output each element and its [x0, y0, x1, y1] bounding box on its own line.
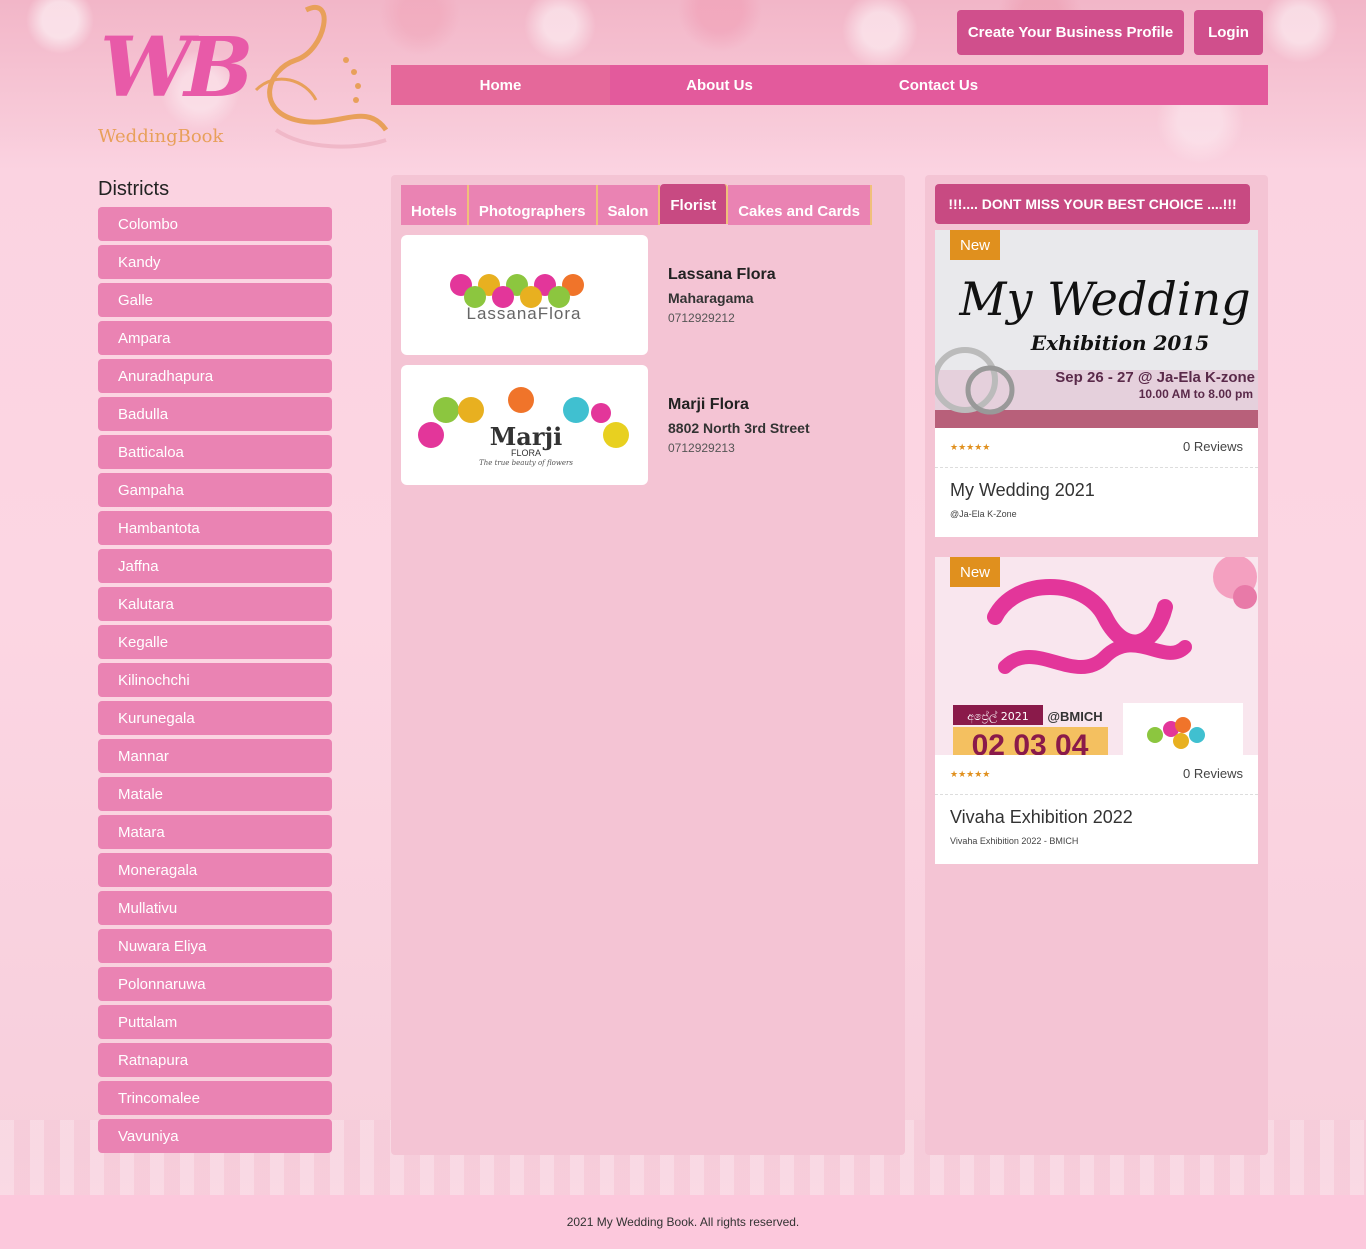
create-business-profile-button[interactable]: Create Your Business Profile [957, 10, 1184, 55]
vivaha-venue-text: @BMICH [1047, 709, 1102, 724]
district-item-hambantota[interactable]: Hambantota [98, 511, 332, 545]
login-button[interactable]: Login [1194, 10, 1263, 55]
promo-card-image[interactable]: New අප්‍රේල් 2021 @BMICH 02 03 04 [935, 557, 1258, 755]
marji-logo-text: Marji [490, 422, 563, 451]
poster-title-text: My Wedding [958, 272, 1250, 326]
district-item-matara[interactable]: Matara [98, 815, 332, 849]
district-item-badulla[interactable]: Badulla [98, 397, 332, 431]
vendor-name[interactable]: Marji Flora [668, 396, 749, 414]
new-badge: New [950, 557, 1000, 587]
promo-heading: !!!.... DONT MISS YOUR BEST CHOICE ....!… [935, 184, 1250, 224]
promo-card[interactable]: New අප්‍රේල් 2021 @BMICH 02 03 04 ★★★★★ … [935, 557, 1258, 864]
district-item-puttalam[interactable]: Puttalam [98, 1005, 332, 1039]
promo-card-meta: ★★★★★ 0 Reviews [935, 755, 1258, 795]
district-item-ampara[interactable]: Ampara [98, 321, 332, 355]
vendor-name[interactable]: Lassana Flora [668, 266, 776, 284]
category-tabs: Hotels Photographers Salon Florist Cakes… [401, 184, 872, 225]
vendor-card[interactable]: Marji FLORA The true beauty of flowers M… [401, 365, 895, 485]
marji-logo-sub: FLORA [511, 448, 541, 458]
district-item-polonnaruwa[interactable]: Polonnaruwa [98, 967, 332, 1001]
district-item-galle[interactable]: Galle [98, 283, 332, 317]
district-item-vavuniya[interactable]: Vavuniya [98, 1119, 332, 1153]
poster-date-text: Sep 26 - 27 @ Ja-Ela K-zone [1055, 369, 1255, 386]
promo-card-title[interactable]: My Wedding 2021 [935, 468, 1258, 501]
vendor-panel: Hotels Photographers Salon Florist Cakes… [391, 175, 905, 1155]
districts-heading: Districts [98, 178, 170, 200]
district-item-kegalle[interactable]: Kegalle [98, 625, 332, 659]
tab-hotels[interactable]: Hotels [401, 185, 469, 225]
district-item-kilinochchi[interactable]: Kilinochchi [98, 663, 332, 697]
marji-logo-tagline: The true beauty of flowers [479, 459, 573, 467]
district-item-ratnapura[interactable]: Ratnapura [98, 1043, 332, 1077]
promo-card[interactable]: New My Wedding Exhibition 2015 Sep 26 - … [935, 230, 1258, 537]
promo-card-subtitle: Vivaha Exhibition 2022 - BMICH [950, 836, 1079, 846]
reviews-count[interactable]: 0 Reviews [1183, 766, 1243, 781]
vendor-logo-image[interactable]: LassanaFlora [401, 235, 648, 355]
tab-cakes-and-cards[interactable]: Cakes and Cards [728, 185, 872, 225]
vendor-logo-image[interactable]: Marji FLORA The true beauty of flowers [401, 365, 648, 485]
districts-list: Colombo Kandy Galle Ampara Anuradhapura … [98, 207, 332, 1157]
vendor-phone: 0712929212 [668, 311, 735, 325]
promo-panel: !!!.... DONT MISS YOUR BEST CHOICE ....!… [925, 175, 1268, 1155]
site-logo[interactable]: WB WeddingBook [96, 0, 392, 156]
district-item-colombo[interactable]: Colombo [98, 207, 332, 241]
marji-flora-logo: Marji FLORA The true beauty of flowers [418, 387, 629, 467]
tab-salon[interactable]: Salon [597, 185, 661, 225]
district-item-gampaha[interactable]: Gampaha [98, 473, 332, 507]
tab-florist[interactable]: Florist [660, 184, 729, 224]
district-item-mullativu[interactable]: Mullativu [98, 891, 332, 925]
vendor-address: 8802 North 3rd Street [668, 420, 810, 436]
district-item-kurunegala[interactable]: Kurunegala [98, 701, 332, 735]
vivaha-dates-text: 02 03 04 [972, 729, 1089, 755]
district-item-matale[interactable]: Matale [98, 777, 332, 811]
vendor-address: Maharagama [668, 290, 754, 306]
vivaha-month-text: අප්‍රේල් 2021 [967, 709, 1029, 724]
district-item-kalutara[interactable]: Kalutara [98, 587, 332, 621]
logo-subtitle: WeddingBook [98, 126, 224, 147]
district-item-moneragala[interactable]: Moneragala [98, 853, 332, 887]
promo-card-meta: ★★★★★ 0 Reviews [935, 428, 1258, 468]
footer: 2021 My Wedding Book. All rights reserve… [0, 1195, 1366, 1249]
poster-time-text: 10.00 AM to 8.00 pm [1139, 387, 1253, 401]
main-nav: Home About Us Contact Us [391, 65, 1268, 105]
district-item-kandy[interactable]: Kandy [98, 245, 332, 279]
district-item-trincomalee[interactable]: Trincomalee [98, 1081, 332, 1115]
lassana-logo-text: LassanaFlora [466, 304, 581, 323]
nav-home[interactable]: Home [391, 65, 610, 105]
promo-card-image[interactable]: New My Wedding Exhibition 2015 Sep 26 - … [935, 230, 1258, 428]
poster-subtitle-text: Exhibition 2015 [1030, 331, 1209, 355]
rating-stars: ★★★★★ [950, 769, 991, 779]
nav-about-us[interactable]: About Us [610, 65, 829, 105]
vendor-phone: 0712929213 [668, 441, 735, 455]
reviews-count[interactable]: 0 Reviews [1183, 439, 1243, 454]
footer-copyright: 2021 My Wedding Book. All rights reserve… [566, 1215, 800, 1229]
district-item-batticaloa[interactable]: Batticaloa [98, 435, 332, 469]
district-item-jaffna[interactable]: Jaffna [98, 549, 332, 583]
district-item-mannar[interactable]: Mannar [98, 739, 332, 773]
promo-card-title[interactable]: Vivaha Exhibition 2022 [935, 795, 1258, 828]
vendor-card[interactable]: LassanaFlora Lassana Flora Maharagama 07… [401, 235, 895, 355]
tab-photographers[interactable]: Photographers [468, 185, 598, 225]
nav-contact-us[interactable]: Contact Us [829, 65, 1048, 105]
new-badge: New [950, 230, 1000, 260]
lassana-flora-logo: LassanaFlora [450, 274, 584, 323]
promo-card-subtitle: @Ja-Ela K-Zone [950, 509, 1017, 519]
district-item-nuwara-eliya[interactable]: Nuwara Eliya [98, 929, 332, 963]
district-item-anuradhapura[interactable]: Anuradhapura [98, 359, 332, 393]
rating-stars: ★★★★★ [950, 442, 991, 452]
logo-swirl-icon [254, 5, 389, 149]
